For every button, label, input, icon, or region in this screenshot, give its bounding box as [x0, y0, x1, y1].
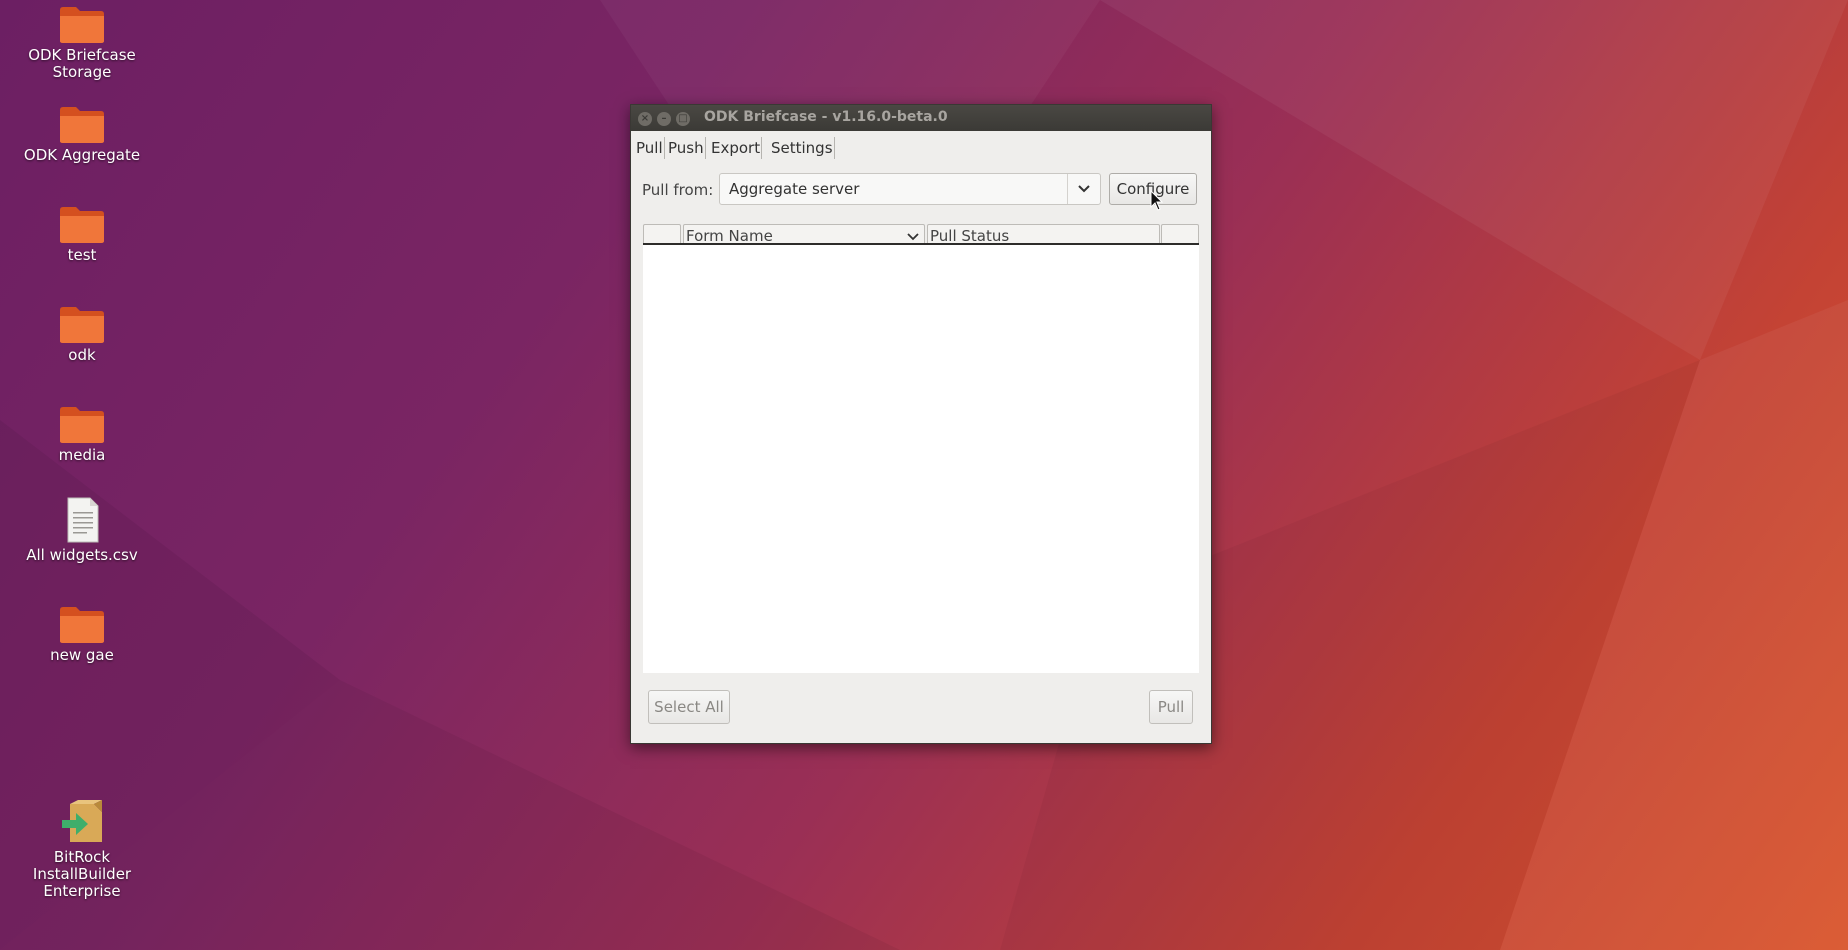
desktop-icon-odk-aggregate[interactable]: ODK Aggregate [7, 104, 157, 164]
odk-briefcase-window: × – □ ODK Briefcase - v1.16.0-beta.0 Pul… [630, 104, 1212, 744]
pull-source-value: Aggregate server [729, 180, 860, 198]
tab-push[interactable]: Push [667, 137, 706, 159]
window-title: ODK Briefcase - v1.16.0-beta.0 [704, 109, 948, 125]
folder-icon [60, 207, 104, 243]
tab-pull[interactable]: Pull [635, 137, 665, 159]
folder-icon [60, 7, 104, 43]
tab-export[interactable]: Export [710, 137, 763, 159]
desktop-icon-label: ODK Aggregate [23, 146, 141, 164]
desktop-icon-odk[interactable]: odk [7, 304, 157, 364]
folder-icon [60, 607, 104, 643]
pull-button[interactable]: Pull [1149, 690, 1193, 724]
desktop-icon-odk-briefcase-storage[interactable]: ODK Briefcase Storage [7, 4, 157, 81]
pull-from-label: Pull from: [642, 181, 714, 199]
window-titlebar[interactable]: × – □ ODK Briefcase - v1.16.0-beta.0 [631, 105, 1211, 131]
maximize-window-button[interactable]: □ [676, 112, 690, 126]
desktop-icon-test[interactable]: test [7, 204, 157, 264]
chevron-down-icon [1078, 185, 1090, 193]
desktop-icon-new-gae[interactable]: new gae [7, 604, 157, 664]
mouse-cursor-icon [1150, 190, 1164, 211]
folder-icon [60, 107, 104, 143]
select-all-button[interactable]: Select All [648, 690, 730, 724]
desktop-icon-all-widgets-csv[interactable]: All widgets.csv [7, 496, 157, 564]
folder-icon [60, 407, 104, 443]
desktop-icon-label: ODK Briefcase Storage [28, 46, 136, 81]
minimize-window-button[interactable]: – [657, 112, 671, 126]
desktop-icon-media[interactable]: media [7, 404, 157, 464]
pull-source-select[interactable]: Aggregate server [719, 173, 1101, 205]
chevron-down-icon [907, 233, 919, 241]
desktop-icon-bitrock-installbuilder[interactable]: BitRock InstallBuilder Enterprise [7, 798, 157, 900]
desktop-icon-label: new gae [50, 646, 114, 664]
desktop-icon-label: All widgets.csv [26, 546, 138, 564]
spreadsheet-file-icon [67, 497, 99, 543]
desktop: ODK Briefcase Storage ODK Aggregate test… [0, 0, 1848, 950]
forms-table-body[interactable] [643, 245, 1199, 673]
close-window-button[interactable]: × [638, 112, 652, 126]
installer-icon [62, 800, 102, 842]
desktop-icon-label: BitRock InstallBuilder Enterprise [32, 848, 132, 900]
tab-settings[interactable]: Settings [770, 137, 835, 159]
dropdown-button[interactable] [1067, 174, 1100, 204]
desktop-icon-label: odk [68, 346, 96, 364]
folder-icon [60, 307, 104, 343]
desktop-icon-label: test [67, 246, 97, 264]
desktop-icon-label: media [58, 446, 106, 464]
